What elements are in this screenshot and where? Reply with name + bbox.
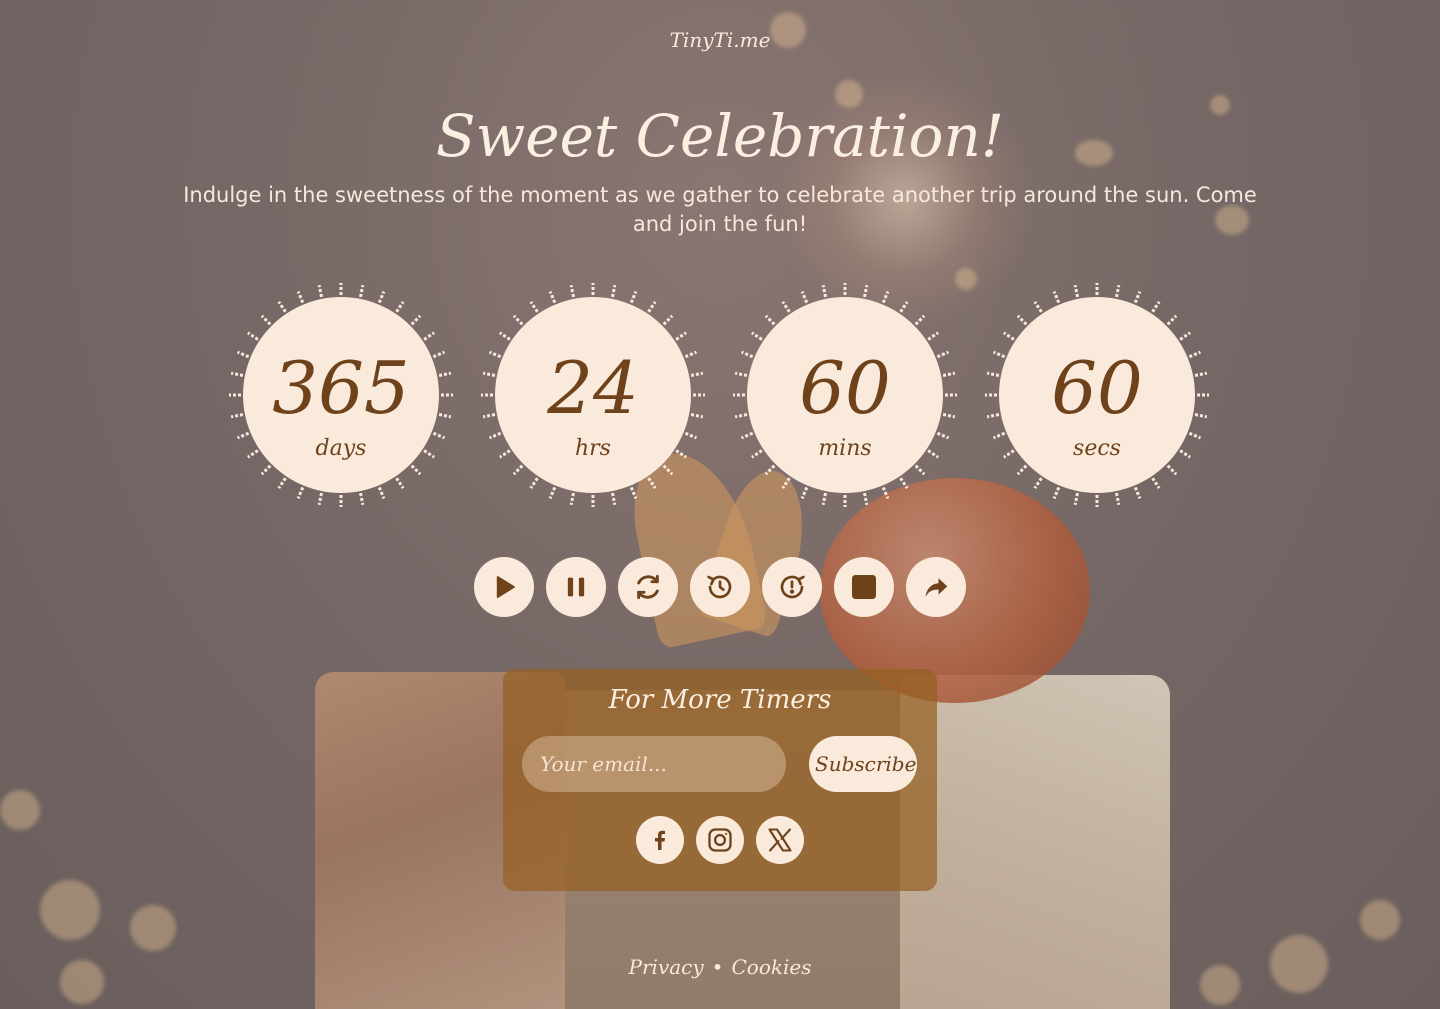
history-back-icon <box>707 575 732 599</box>
counter-value: 60 <box>799 346 891 430</box>
rewind-button[interactable] <box>690 557 750 617</box>
forward-button[interactable] <box>762 557 822 617</box>
instagram-link[interactable] <box>696 816 744 864</box>
history-forward-icon <box>780 575 805 599</box>
stop-button[interactable] <box>834 557 894 617</box>
counter-days: 365 days <box>228 282 454 508</box>
cookies-link[interactable]: Cookies <box>731 955 811 979</box>
facebook-icon <box>655 830 665 850</box>
facebook-link[interactable] <box>636 816 684 864</box>
counter-unit: hrs <box>575 436 611 461</box>
refresh-icon <box>637 574 659 600</box>
subscribe-panel: For More Timers Subscribe <box>503 669 937 891</box>
pause-button[interactable] <box>546 557 606 617</box>
play-icon <box>496 576 515 598</box>
counter-unit: mins <box>818 436 872 461</box>
counter-value: 60 <box>1051 346 1143 430</box>
email-input[interactable] <box>522 736 786 792</box>
page-subtitle: Indulge in the sweetness of the moment a… <box>183 183 1257 236</box>
counter-value: 365 <box>272 346 410 430</box>
counter-unit: days <box>315 436 367 461</box>
stop-icon <box>852 575 876 599</box>
x-icon <box>768 828 792 852</box>
privacy-link[interactable]: Privacy <box>629 955 704 979</box>
share-button[interactable] <box>906 557 966 617</box>
counter-unit: secs <box>1073 436 1121 461</box>
footer: Privacy • Cookies <box>0 955 1440 979</box>
pause-icon <box>567 577 585 597</box>
instagram-icon <box>708 828 732 852</box>
counter-value: 24 <box>547 346 639 430</box>
play-button[interactable] <box>474 557 534 617</box>
subscribe-title: For More Timers <box>608 685 832 715</box>
share-icon <box>925 578 948 597</box>
counter-seconds: 60 secs <box>984 282 1210 508</box>
countdown: 365 days 24 hrs 60 mins 60 secs <box>228 282 1214 508</box>
counter-hours: 24 hrs <box>480 282 706 508</box>
brand-logo[interactable]: TinyTi.me <box>0 28 1440 52</box>
reset-button[interactable] <box>618 557 678 617</box>
footer-separator: • <box>711 955 724 979</box>
x-twitter-link[interactable] <box>756 816 804 864</box>
subscribe-button[interactable]: Subscribe <box>809 736 917 792</box>
page-title: Sweet Celebration! <box>435 102 1005 170</box>
counter-minutes: 60 mins <box>732 282 958 508</box>
